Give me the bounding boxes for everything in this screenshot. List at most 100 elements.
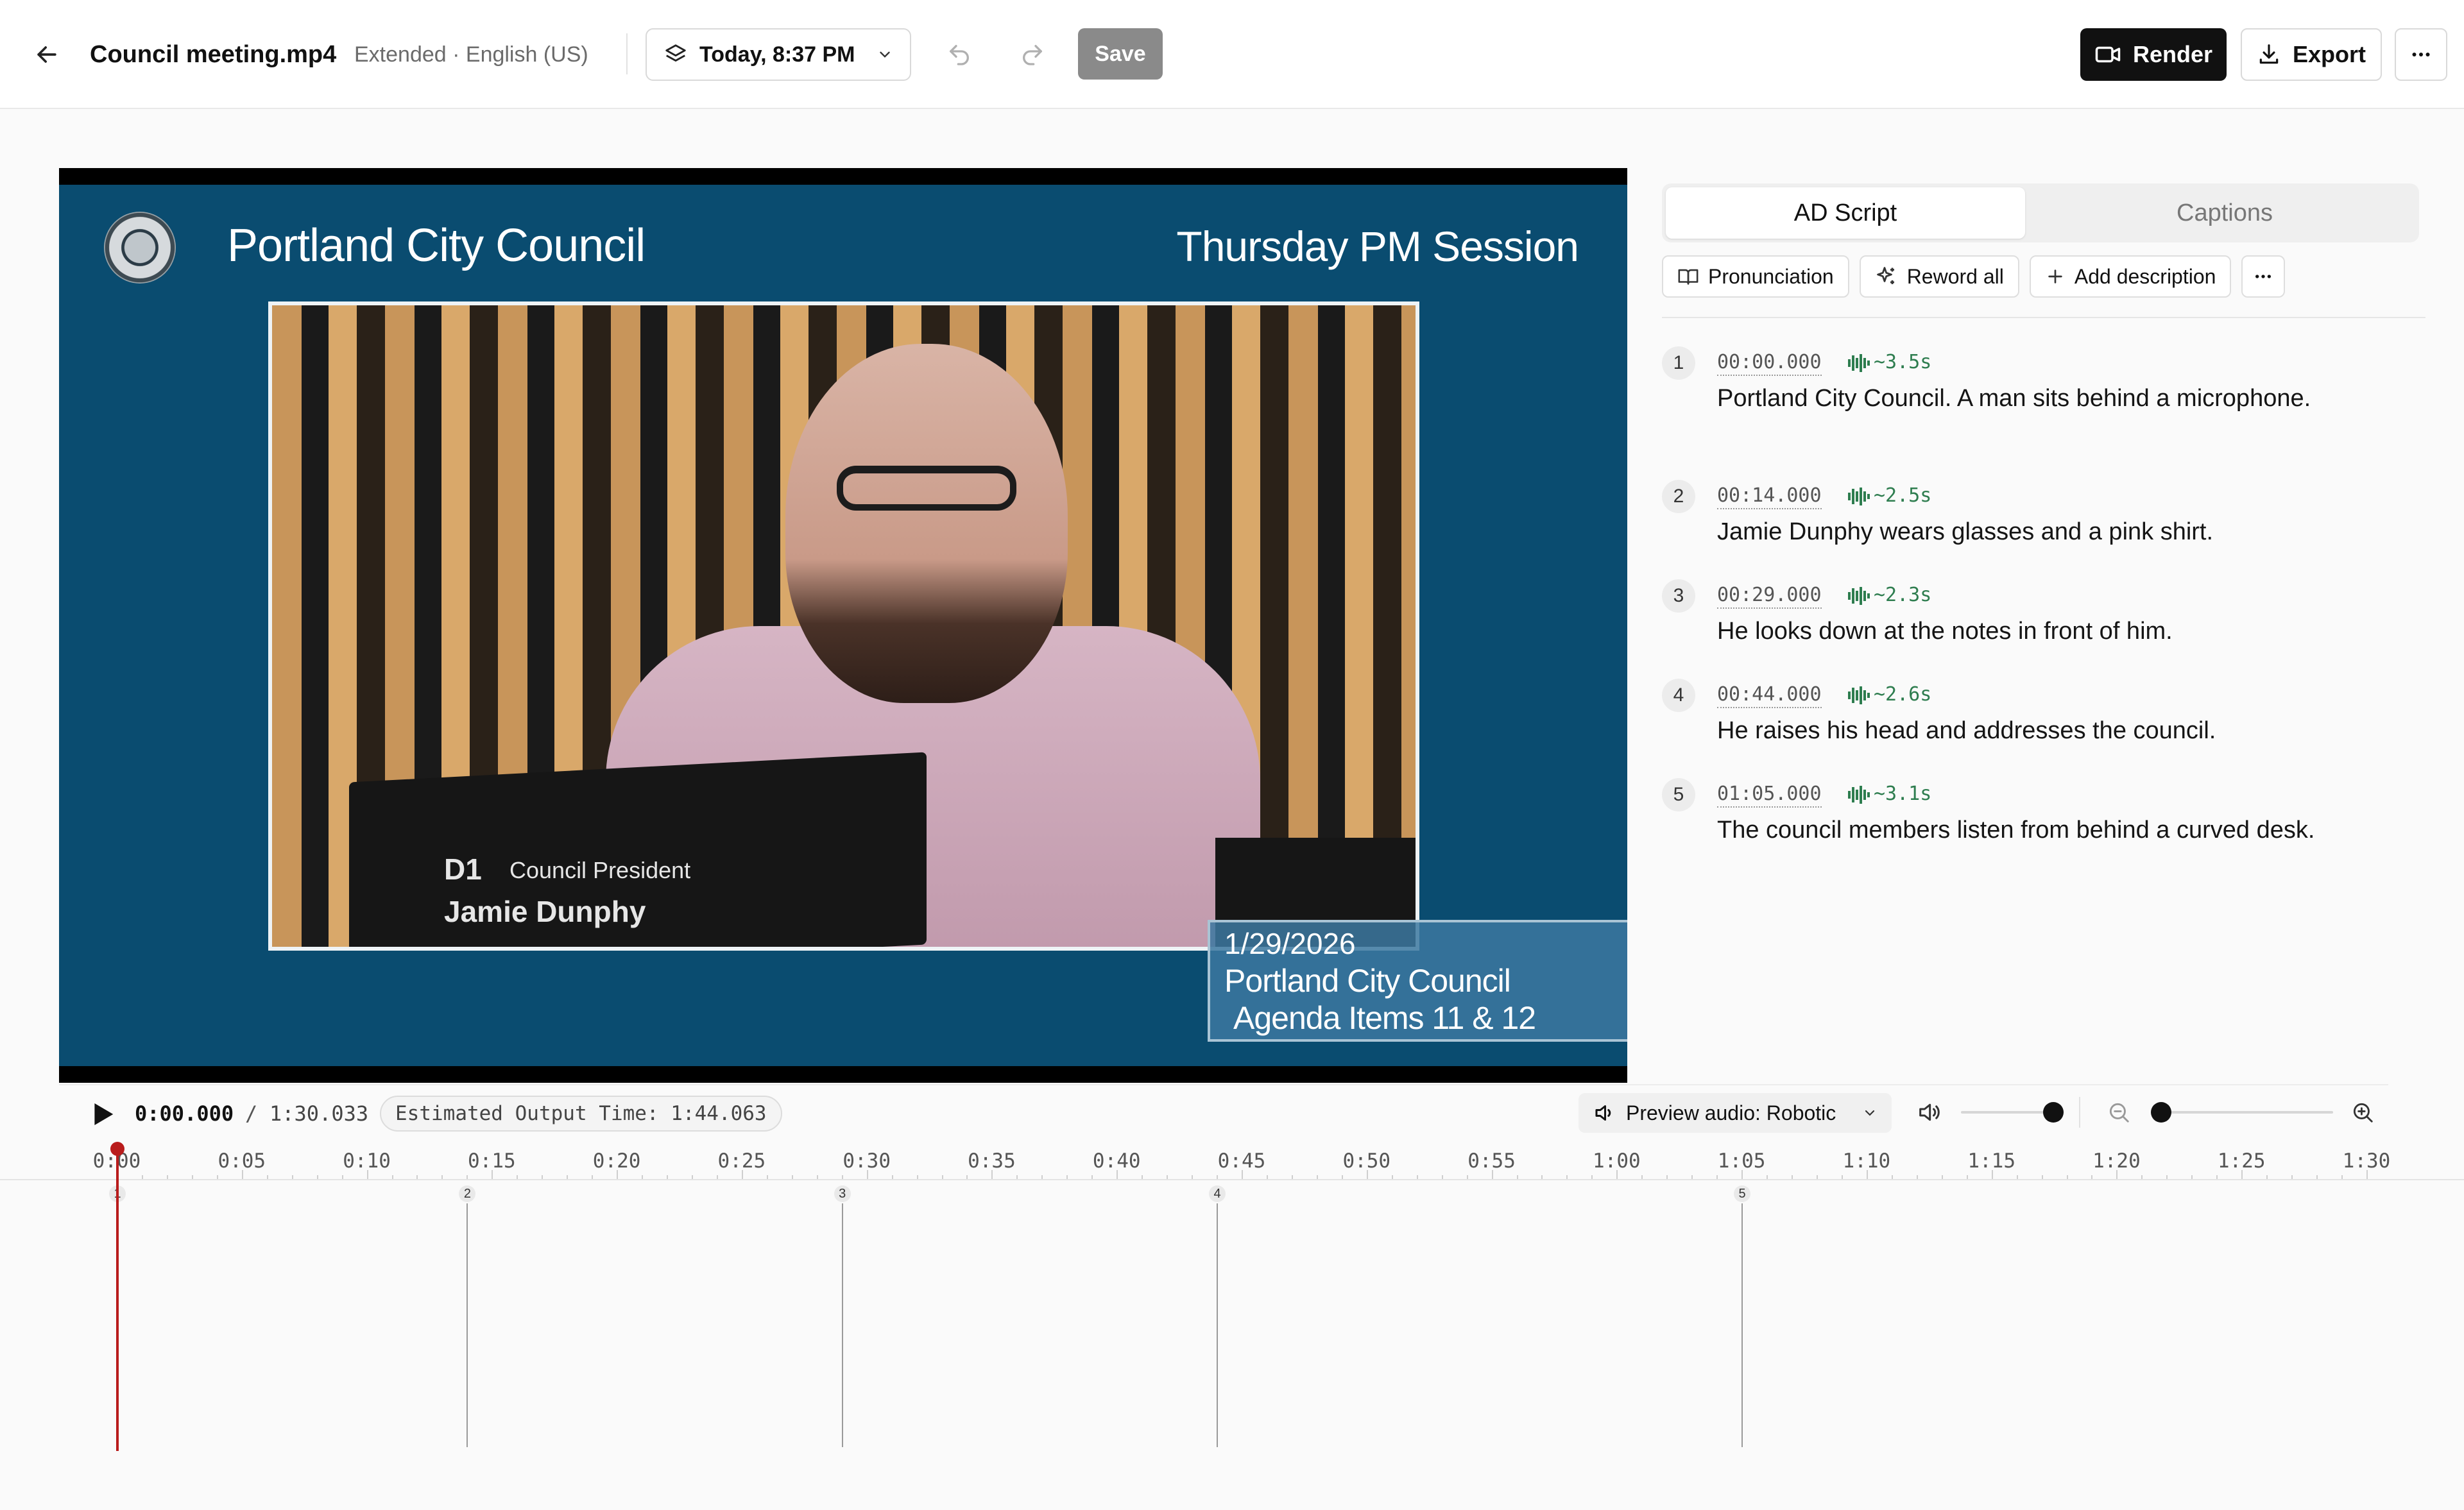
entry-text[interactable]: He looks down at the notes in front of h… [1717, 615, 2327, 647]
ruler-tick [941, 1175, 943, 1179]
ruler-tick [667, 1175, 669, 1179]
audio-wave-icon [1848, 786, 1870, 804]
pronunciation-button[interactable]: Pronunciation [1662, 255, 1849, 298]
ruler-tick [1941, 1175, 1943, 1179]
tab-captions[interactable]: Captions [2034, 187, 2415, 239]
ruler-tick [1167, 1175, 1168, 1179]
zoom-out-button[interactable] [2105, 1098, 2133, 1126]
play-button[interactable] [87, 1098, 119, 1130]
entry-text[interactable]: Portland City Council. A man sits behind… [1717, 382, 2327, 414]
video-player[interactable]: Portland City Council Thursday PM Sessio… [59, 168, 1627, 1083]
current-time: 0:00.000 [135, 1101, 234, 1126]
ruler-label: 1:10 [1842, 1149, 1891, 1173]
ruler-label: 0:50 [1342, 1149, 1391, 1173]
ruler-tick [291, 1175, 293, 1179]
description-marker[interactable] [841, 1203, 843, 1447]
entry-timestamp[interactable]: 00:44.000 [1717, 683, 1822, 708]
ruler-label: 0:30 [843, 1149, 891, 1173]
entry-text[interactable]: The council members listen from behind a… [1717, 814, 2327, 846]
ruler-tick [1091, 1175, 1093, 1179]
entry-number: 2 [1662, 480, 1695, 513]
ruler-label: 1:30 [2342, 1149, 2391, 1173]
divider [59, 1084, 2388, 1085]
entry-timestamp[interactable]: 00:29.000 [1717, 583, 1822, 609]
volume-button[interactable] [1915, 1098, 1943, 1126]
tab-ad-script[interactable]: AD Script [1666, 187, 2025, 239]
ruler-tick [841, 1175, 843, 1179]
entry-timestamp[interactable]: 00:00.000 [1717, 350, 1822, 376]
file-meta: Extended · English (US) [354, 42, 588, 67]
timeline-track[interactable]: 12345 [0, 1182, 2464, 1451]
pronunciation-label: Pronunciation [1708, 264, 1834, 288]
back-button[interactable] [26, 33, 68, 76]
version-dropdown[interactable]: Today, 8:37 PM [646, 28, 911, 81]
ruler-tick [2216, 1175, 2218, 1179]
ruler-tick [1142, 1175, 1143, 1179]
lower-third-date: 1/29/2026 [1224, 927, 1356, 960]
ruler-tick [816, 1175, 818, 1179]
entry-text[interactable]: Jamie Dunphy wears glasses and a pink sh… [1717, 516, 2327, 548]
ruler-tick [2041, 1175, 2043, 1179]
total-time: 1:30.033 [270, 1101, 369, 1126]
render-button[interactable]: Render [2080, 28, 2227, 81]
ruler-tick [1217, 1175, 1219, 1179]
ruler-label: 1:00 [1593, 1149, 1641, 1173]
description-marker[interactable] [466, 1203, 468, 1447]
entry-duration: ~2.6s [1874, 683, 1932, 706]
zoom-slider-handle[interactable] [2151, 1102, 2171, 1123]
reword-all-button[interactable]: Reword all [1859, 255, 2019, 298]
description-marker[interactable] [1741, 1203, 1743, 1447]
plus-icon [2048, 269, 2062, 284]
ruler-label: 0:05 [218, 1149, 266, 1173]
entry-timestamp[interactable]: 00:14.000 [1717, 484, 1822, 509]
ruler-tick [1466, 1175, 1468, 1179]
ruler-tick [2141, 1175, 2143, 1179]
timeline-ruler[interactable]: 0:000:050:100:150:200:250:300:350:400:45… [0, 1141, 2464, 1180]
ruler-tick [1341, 1175, 1343, 1179]
audio-wave-icon [1848, 686, 1870, 704]
ruler-tick [1516, 1175, 1518, 1179]
zoom-slider-track[interactable] [2151, 1111, 2333, 1114]
playhead[interactable] [116, 1149, 119, 1451]
ruler-tick [391, 1175, 393, 1179]
ruler-tick [166, 1175, 168, 1179]
more-menu-button[interactable] [2395, 28, 2447, 81]
book-open-icon [1678, 269, 1698, 285]
ruler-tick [2016, 1175, 2018, 1179]
ruler-tick [766, 1175, 768, 1179]
ruler-tick [191, 1175, 193, 1179]
ruler-tick [1691, 1175, 1693, 1179]
description-marker-label: 5 [1734, 1185, 1751, 1202]
entry-text[interactable]: He raises his head and addresses the cou… [1717, 715, 2327, 747]
add-description-button[interactable]: Add description [2029, 255, 2232, 298]
ruler-tick [2191, 1175, 2193, 1179]
ruler-tick [1792, 1175, 1793, 1179]
layers-icon [665, 44, 686, 62]
download-icon [2259, 44, 2279, 64]
entry-timestamp[interactable]: 01:05.000 [1717, 782, 1822, 808]
estimated-output-badge: Estimated Output Time: 1:44.063 [380, 1096, 782, 1132]
ruler-tick [1391, 1175, 1393, 1179]
ruler-label: 1:15 [1967, 1149, 2015, 1173]
description-marker[interactable] [1217, 1203, 1219, 1447]
playhead-handle[interactable] [110, 1142, 124, 1156]
undo-button[interactable] [938, 33, 980, 76]
description-marker-label: 2 [459, 1185, 476, 1202]
redo-button[interactable] [1011, 33, 1054, 76]
ruler-label: 1:25 [2217, 1149, 2266, 1173]
volume-slider-handle[interactable] [2043, 1102, 2064, 1123]
ruler-tick [416, 1175, 418, 1179]
ruler-tick [1541, 1175, 1543, 1179]
entry-number: 5 [1662, 778, 1695, 811]
ruler-tick [1641, 1175, 1643, 1179]
speaker-glasses [837, 466, 1016, 511]
ruler-tick [2341, 1175, 2343, 1179]
script-more-button[interactable] [2241, 255, 2286, 298]
export-button[interactable]: Export [2241, 28, 2382, 81]
ruler-tick [1266, 1175, 1268, 1179]
speaker-icon [1595, 1105, 1611, 1121]
zoom-in-button[interactable] [2348, 1098, 2377, 1126]
preview-audio-select[interactable]: Preview audio: Robotic [1579, 1093, 1892, 1133]
save-button[interactable]: Save [1078, 28, 1163, 80]
lower-third-line2: Agenda Items 11 & 12 [1233, 1000, 1536, 1036]
